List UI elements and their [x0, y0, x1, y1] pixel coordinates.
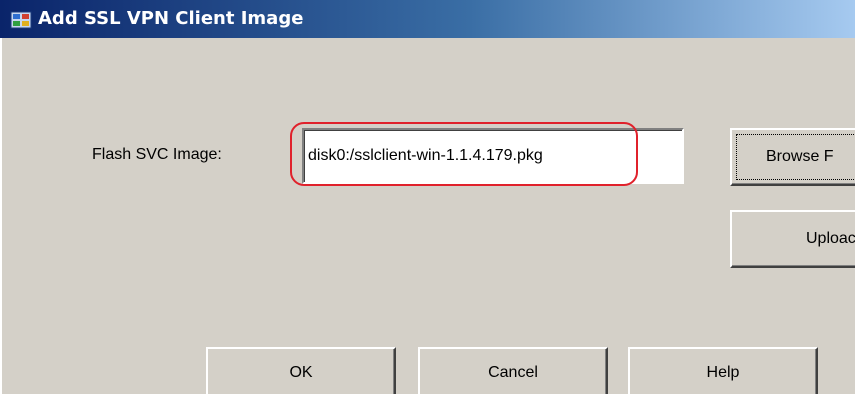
window-title: Add SSL VPN Client Image	[38, 8, 304, 29]
ok-button-label: OK	[289, 364, 313, 381]
help-button[interactable]: Help	[628, 347, 818, 394]
dialog-left-border	[0, 38, 2, 394]
flash-svc-image-input[interactable]	[302, 128, 684, 184]
flash-svc-image-label: Flash SVC Image:	[92, 146, 222, 163]
upload-button[interactable]: Uploac	[730, 210, 855, 268]
cancel-button-label: Cancel	[488, 364, 538, 381]
title-bar[interactable]: Add SSL VPN Client Image	[0, 0, 855, 38]
browse-flash-button-label: Browse F	[766, 148, 834, 165]
asdm-app-icon	[10, 11, 32, 29]
add-ssl-vpn-client-image-dialog: Add SSL VPN Client Image Flash SVC Image…	[0, 0, 855, 394]
browse-flash-button[interactable]: Browse F	[730, 128, 855, 186]
upload-button-label: Uploac	[806, 230, 855, 247]
help-button-label: Help	[706, 364, 740, 381]
cancel-button[interactable]: Cancel	[418, 347, 608, 394]
ok-button[interactable]: OK	[206, 347, 396, 394]
